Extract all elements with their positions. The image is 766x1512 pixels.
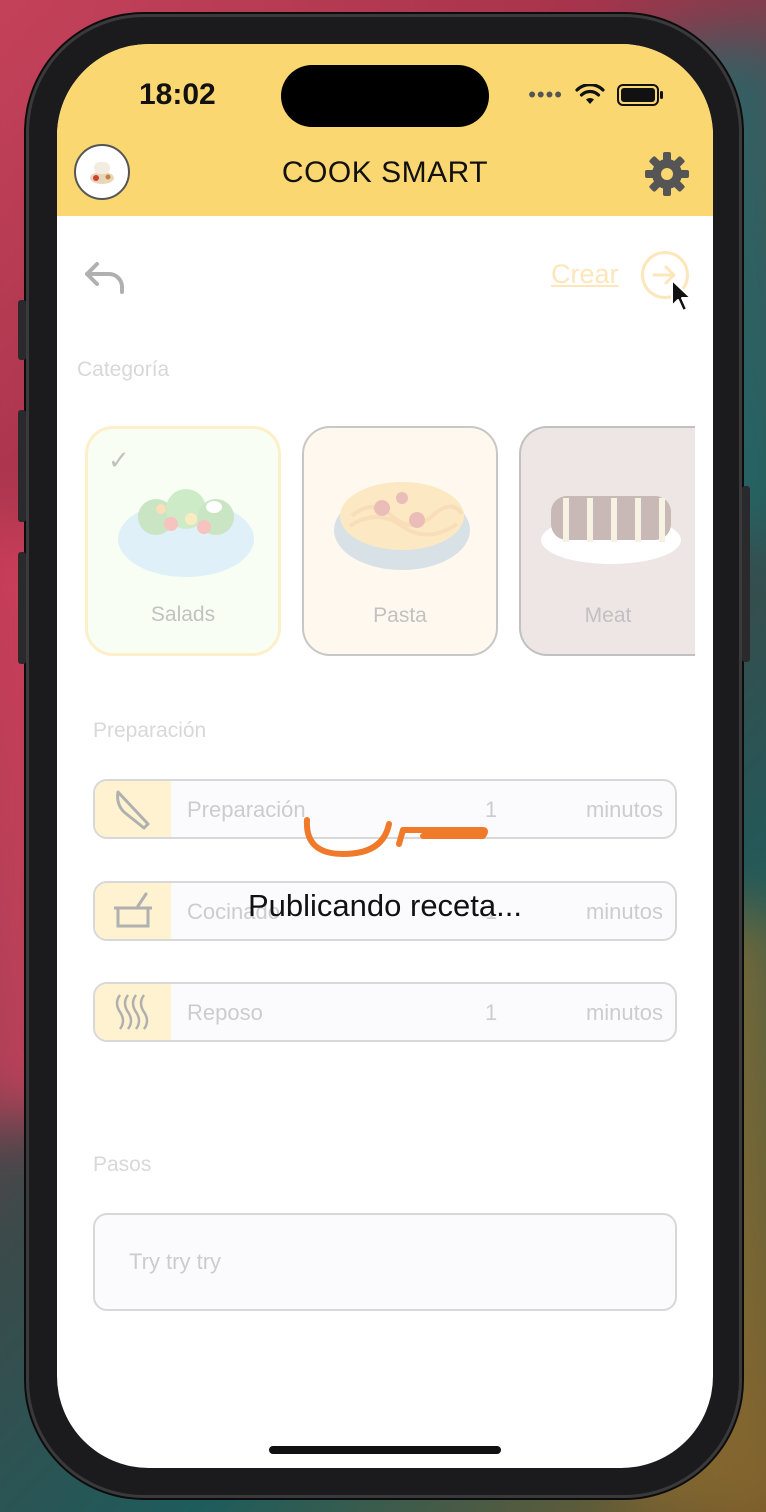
header-bar: 18:02 •••• COOK SMART bbox=[57, 44, 713, 216]
salad-bowl-icon bbox=[118, 489, 254, 577]
field-unit: minutos bbox=[585, 797, 663, 822]
ribs-icon bbox=[541, 496, 681, 564]
frying-pan-loader-icon bbox=[303, 817, 488, 858]
steps-text: Try try try bbox=[129, 1249, 222, 1274]
status-time: 18:02 bbox=[139, 78, 216, 111]
category-card-label: Salads bbox=[150, 603, 216, 626]
category-card-label: Meat bbox=[584, 604, 632, 627]
publishing-status-text: Publicando receta... bbox=[247, 888, 522, 923]
knife-icon bbox=[95, 781, 171, 837]
rest-time-field[interactable]: Reposo 1 minutos bbox=[93, 982, 677, 1042]
field-value[interactable]: 1 bbox=[485, 1000, 497, 1026]
wifi-icon bbox=[575, 84, 605, 104]
status-icons: •••• bbox=[528, 82, 663, 108]
create-button[interactable]: Crear bbox=[551, 259, 619, 290]
volume-down-button bbox=[18, 552, 26, 664]
mouse-cursor-icon bbox=[671, 279, 692, 312]
steam-icon bbox=[95, 984, 171, 1040]
signal-icon: •••• bbox=[528, 82, 563, 107]
field-unit: minutos bbox=[585, 1000, 663, 1025]
home-indicator[interactable] bbox=[269, 1446, 501, 1454]
app-title: COOK SMART bbox=[281, 156, 489, 189]
category-card-salads[interactable]: ✓ Salads bbox=[85, 426, 281, 656]
power-button bbox=[742, 486, 750, 662]
category-card-meat[interactable]: Meat bbox=[519, 426, 695, 656]
steps-label: Pasos bbox=[93, 1153, 152, 1176]
gear-icon[interactable] bbox=[643, 150, 691, 198]
steps-input[interactable]: Try try try bbox=[93, 1213, 677, 1311]
category-label: Categoría bbox=[77, 358, 170, 381]
volume-up-button bbox=[18, 410, 26, 522]
dynamic-island bbox=[281, 65, 489, 127]
field-label: Preparación bbox=[187, 797, 306, 822]
app-screen: 18:02 •••• COOK SMART Crear Categoría ✓ … bbox=[57, 44, 713, 1468]
field-label: Reposo bbox=[187, 1000, 263, 1025]
category-card-pasta[interactable]: Pasta bbox=[302, 426, 498, 656]
undo-back-icon[interactable] bbox=[81, 254, 129, 302]
preparation-label: Preparación bbox=[93, 719, 207, 742]
battery-icon bbox=[617, 84, 663, 106]
action-button bbox=[18, 300, 26, 360]
pasta-bowl-icon bbox=[334, 482, 470, 570]
category-card-label: Pasta bbox=[373, 604, 427, 627]
